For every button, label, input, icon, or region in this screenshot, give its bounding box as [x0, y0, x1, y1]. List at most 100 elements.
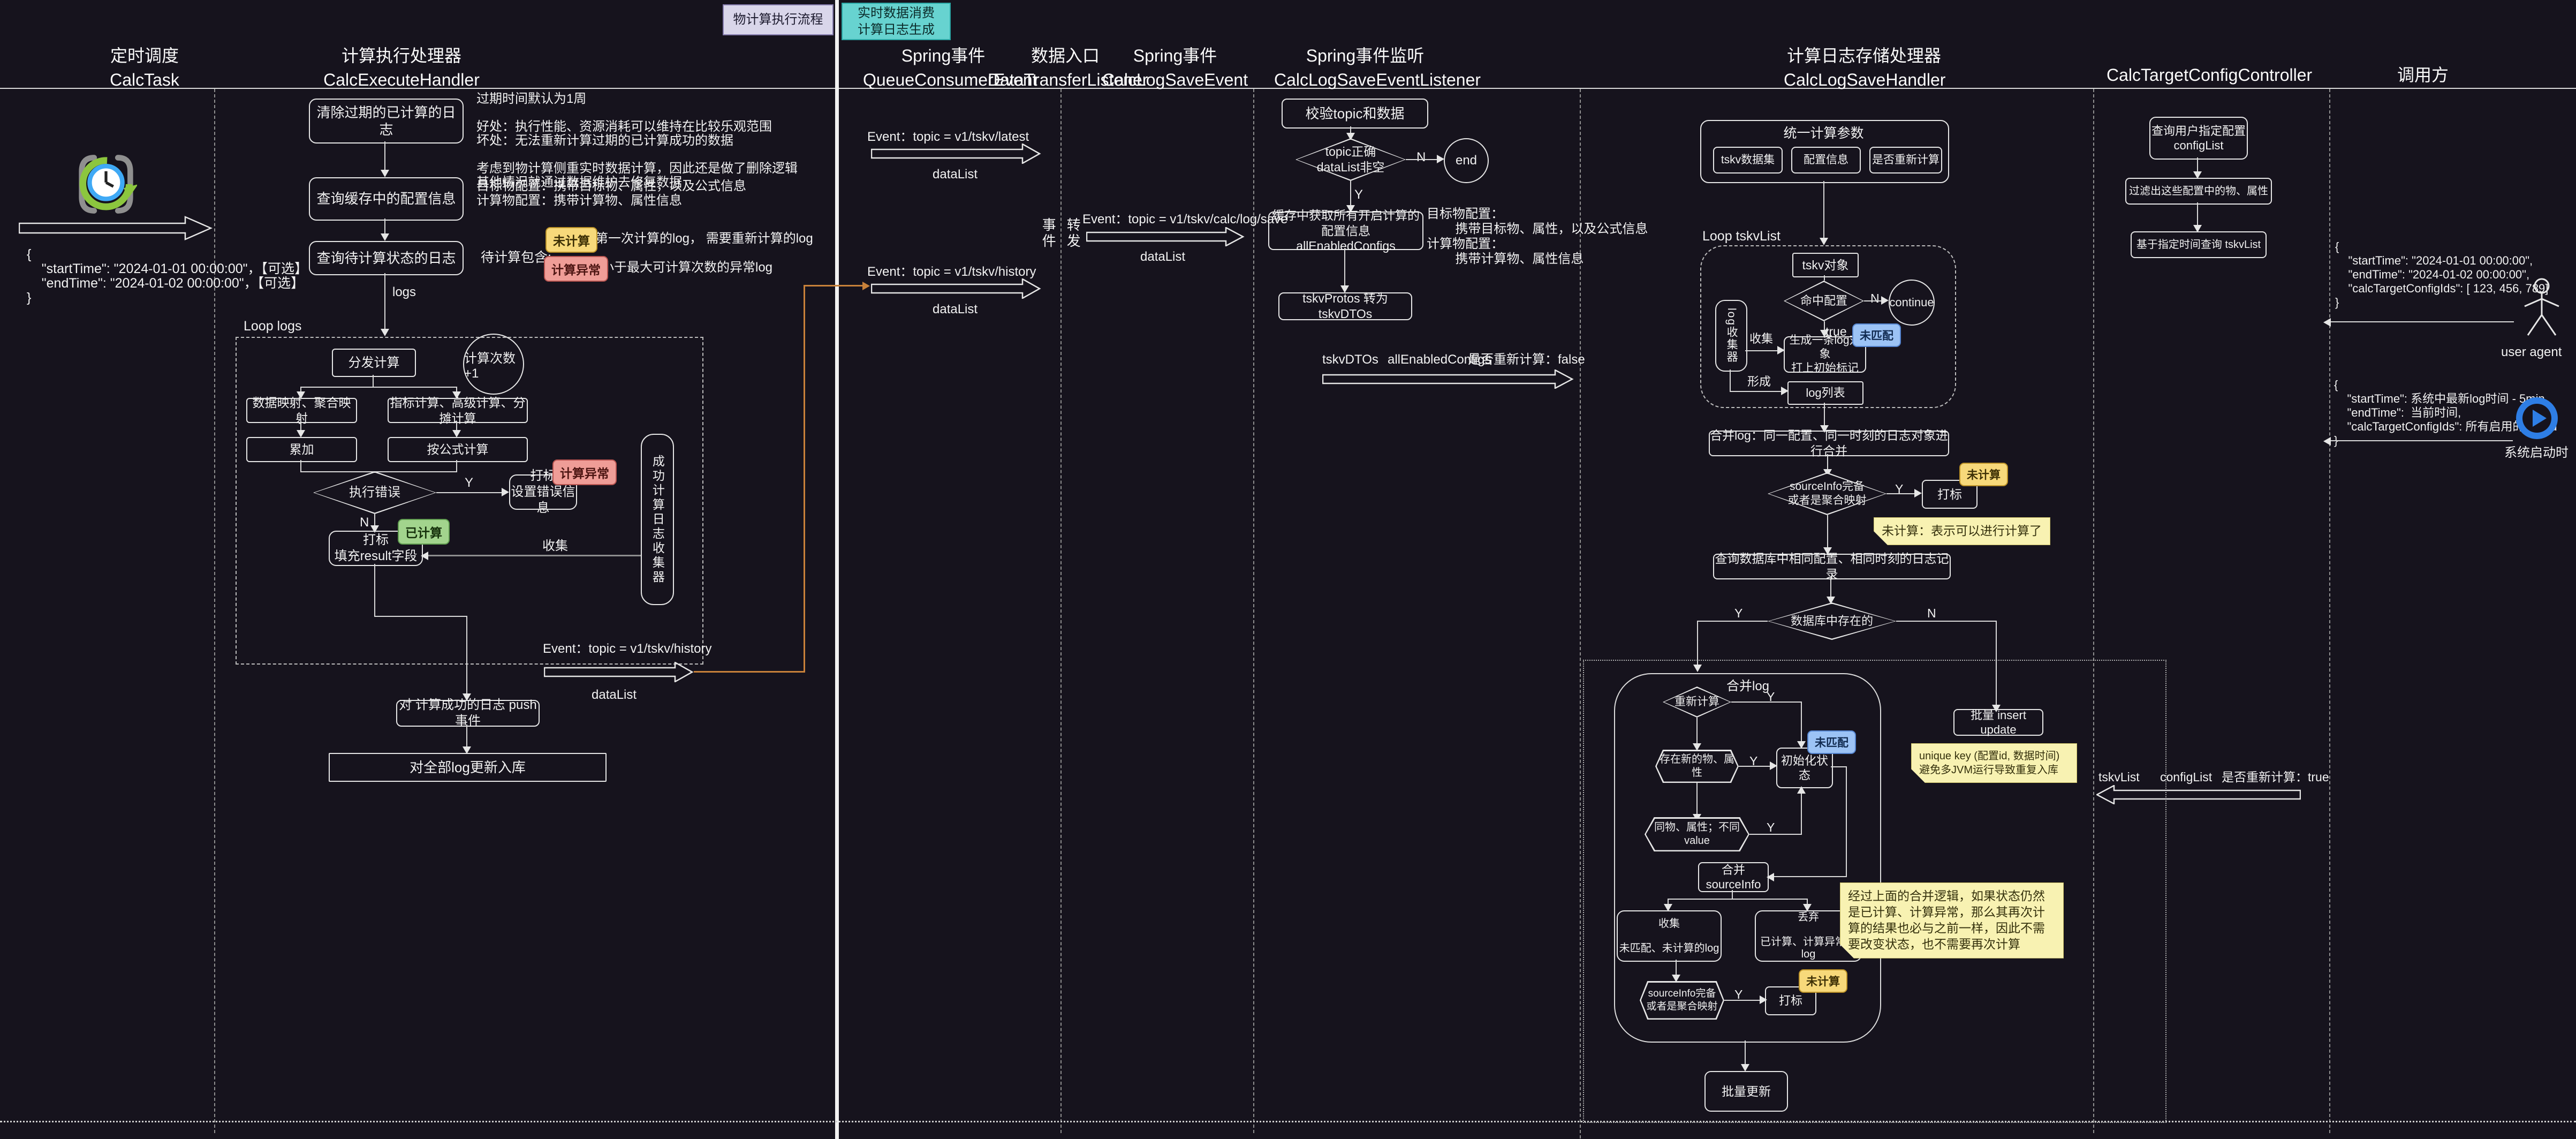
datalist-label: dataList — [1140, 250, 1185, 265]
arrowhead — [1914, 489, 1922, 497]
line — [1730, 369, 1731, 392]
arrowhead — [2323, 318, 2331, 327]
step-data-mapping: 数据映射、聚合映射 — [246, 398, 357, 423]
arrowhead — [502, 488, 509, 496]
line — [1732, 890, 1733, 899]
arrowhead — [2323, 437, 2331, 446]
line — [1896, 621, 1997, 622]
datalist-label: dataList — [933, 167, 978, 183]
loop-tskvlist-label: Loop tskvList — [1702, 228, 1781, 244]
ret-recalc-true: 是否重新计算：true — [2222, 770, 2329, 785]
event-history-arrow — [871, 278, 1041, 299]
badge-unmatched: 未匹配 — [1852, 323, 1901, 347]
line — [1864, 300, 1883, 301]
step-merge-sourceinfo: 合并 sourceInfo — [1698, 862, 1769, 892]
section-divider — [835, 0, 839, 1139]
decision-topic-ok: topic正确 dataList非空 — [1295, 138, 1406, 181]
line — [1731, 701, 1802, 703]
call-line — [2327, 321, 2514, 322]
arrowhead — [1741, 1064, 1749, 1072]
step-protos-to-dtos: tskvProtos 转为 tskvDTOs — [1278, 292, 1412, 320]
step-query-tskvlist: 基于指定时间查询 tskvList — [2131, 231, 2267, 258]
collect-box: 收集 未匹配、未计算的log — [1617, 910, 1722, 962]
note-merge-logic: 经过上面的合并逻辑，如果状态仍然 是已计算、计算异常，那么其再次计 算的结果也必… — [1840, 882, 2064, 959]
line — [1831, 766, 1846, 767]
line — [1749, 834, 1802, 835]
lane-header-listener: Spring事件监听 CalcLogSaveEventListener — [1274, 44, 1456, 92]
collect-label: 收集 — [542, 539, 568, 554]
line — [1745, 350, 1779, 351]
line — [466, 616, 467, 697]
line — [1668, 899, 1808, 900]
orange-connector — [804, 285, 805, 673]
note-expire: 过期时间默认为1周 好处：执行性能、资源消耗可以维持在比较乐观范围 坏处：无法重… — [476, 92, 798, 190]
unified-params-title: 统一计算参数 — [1700, 125, 1947, 141]
line — [1344, 248, 1345, 289]
param-recalc-flag: 是否重新计算 — [1869, 147, 1942, 174]
arrowhead — [381, 233, 389, 241]
bottom-dotted-rule — [0, 1121, 2576, 1122]
event-history-label: Event：topic = v1/tskv/history — [543, 642, 711, 657]
lifeline — [214, 89, 215, 1133]
schedule-arrow — [19, 216, 213, 240]
pending-label: 待计算包含: — [481, 250, 551, 266]
line — [300, 421, 301, 431]
log-collector-label: log收集器 — [1724, 308, 1738, 363]
note-uncalc-meaning: 未计算：表示可以进行计算了 — [1874, 517, 2050, 545]
line — [1406, 159, 1438, 160]
forward-label-2: 转发 — [1064, 217, 1081, 250]
cond-sourceinfo-complete: sourceInfo完备 或者是聚合映射 — [1640, 981, 1724, 1020]
collect-label: 收集 — [1749, 332, 1773, 346]
note-unique-key: unique key (配置id, 数据时间) 避免多JVM运行导致重复入库 — [1911, 743, 2077, 783]
boot-label: 系统启动时 — [2504, 446, 2569, 461]
play-icon — [2515, 396, 2559, 440]
line — [1697, 621, 1768, 622]
arrowhead — [452, 430, 461, 438]
boot-line — [2327, 440, 2513, 441]
label-n: N — [360, 515, 369, 531]
badge-uncalculated: 未计算 — [545, 227, 597, 253]
form-label: 形成 — [1747, 375, 1771, 389]
return-arrow — [2096, 785, 2301, 804]
line — [384, 218, 385, 233]
line — [1846, 766, 1847, 876]
to-handler-arrow — [1322, 369, 1574, 389]
line — [456, 421, 457, 431]
ret-tskvlist: tskvList — [2098, 770, 2140, 785]
label-n: N — [1416, 150, 1426, 165]
line — [1824, 403, 1825, 428]
cond-same-diff-value: 同物、属性；不同value — [1645, 817, 1749, 851]
lane-header-exec: 计算执行处理器 CalcExecuteHandler — [300, 44, 503, 92]
line — [1730, 391, 1783, 392]
label-y: Y — [1354, 187, 1363, 203]
lane-header-savevent: Spring事件 CalcLogSaveEvent — [1095, 44, 1255, 92]
event-save-label: Event：topic = v1/tskv/calc/log/save — [1082, 212, 1288, 228]
orange-connector — [804, 285, 863, 286]
decision-recalc: 重新计算 — [1663, 687, 1731, 718]
step-tskv-object: tskv对象 — [1792, 253, 1859, 277]
line — [1739, 766, 1772, 767]
lane-header-controller: CalcTargetConfigController — [2107, 63, 2289, 87]
label-n: N — [1927, 606, 1936, 621]
mergelog-label: 合并log — [1726, 679, 1769, 695]
decision-exists-in-db: 数据库中存在的 — [1768, 602, 1896, 640]
label-n: N — [1870, 291, 1880, 306]
arg-recalc-false: 是否重新计算：false — [1468, 352, 1585, 368]
line — [1771, 876, 1847, 877]
badge-calc-error: 计算异常 — [544, 256, 608, 282]
user-agent-icon — [2516, 277, 2567, 343]
arrowhead — [1437, 155, 1444, 163]
diagram-canvas: 物计算执行流程 实时数据消费 计算日志生成 定时调度 CalcTask 计算执行… — [0, 0, 2576, 1139]
log-list-box: log列表 — [1787, 381, 1863, 405]
collect-line — [424, 555, 641, 556]
step-validate-topic: 校验topic和数据 — [1282, 99, 1428, 129]
step-batch-update: 批量更新 — [1704, 1071, 1788, 1112]
pending-note-2: 小于最大可计算次数的异常log — [601, 260, 772, 276]
datalist-label: dataList — [592, 688, 637, 703]
label-y: Y — [1895, 482, 1903, 497]
step-formula-calc: 按公式计算 — [388, 437, 528, 462]
event-latest-arrow — [871, 144, 1041, 164]
arrowhead — [381, 329, 389, 336]
forward-label-1: 事件 — [1040, 217, 1056, 250]
step-query-db-logs: 查询数据库中相同配置、相同时刻的日志记录 — [1713, 554, 1951, 579]
